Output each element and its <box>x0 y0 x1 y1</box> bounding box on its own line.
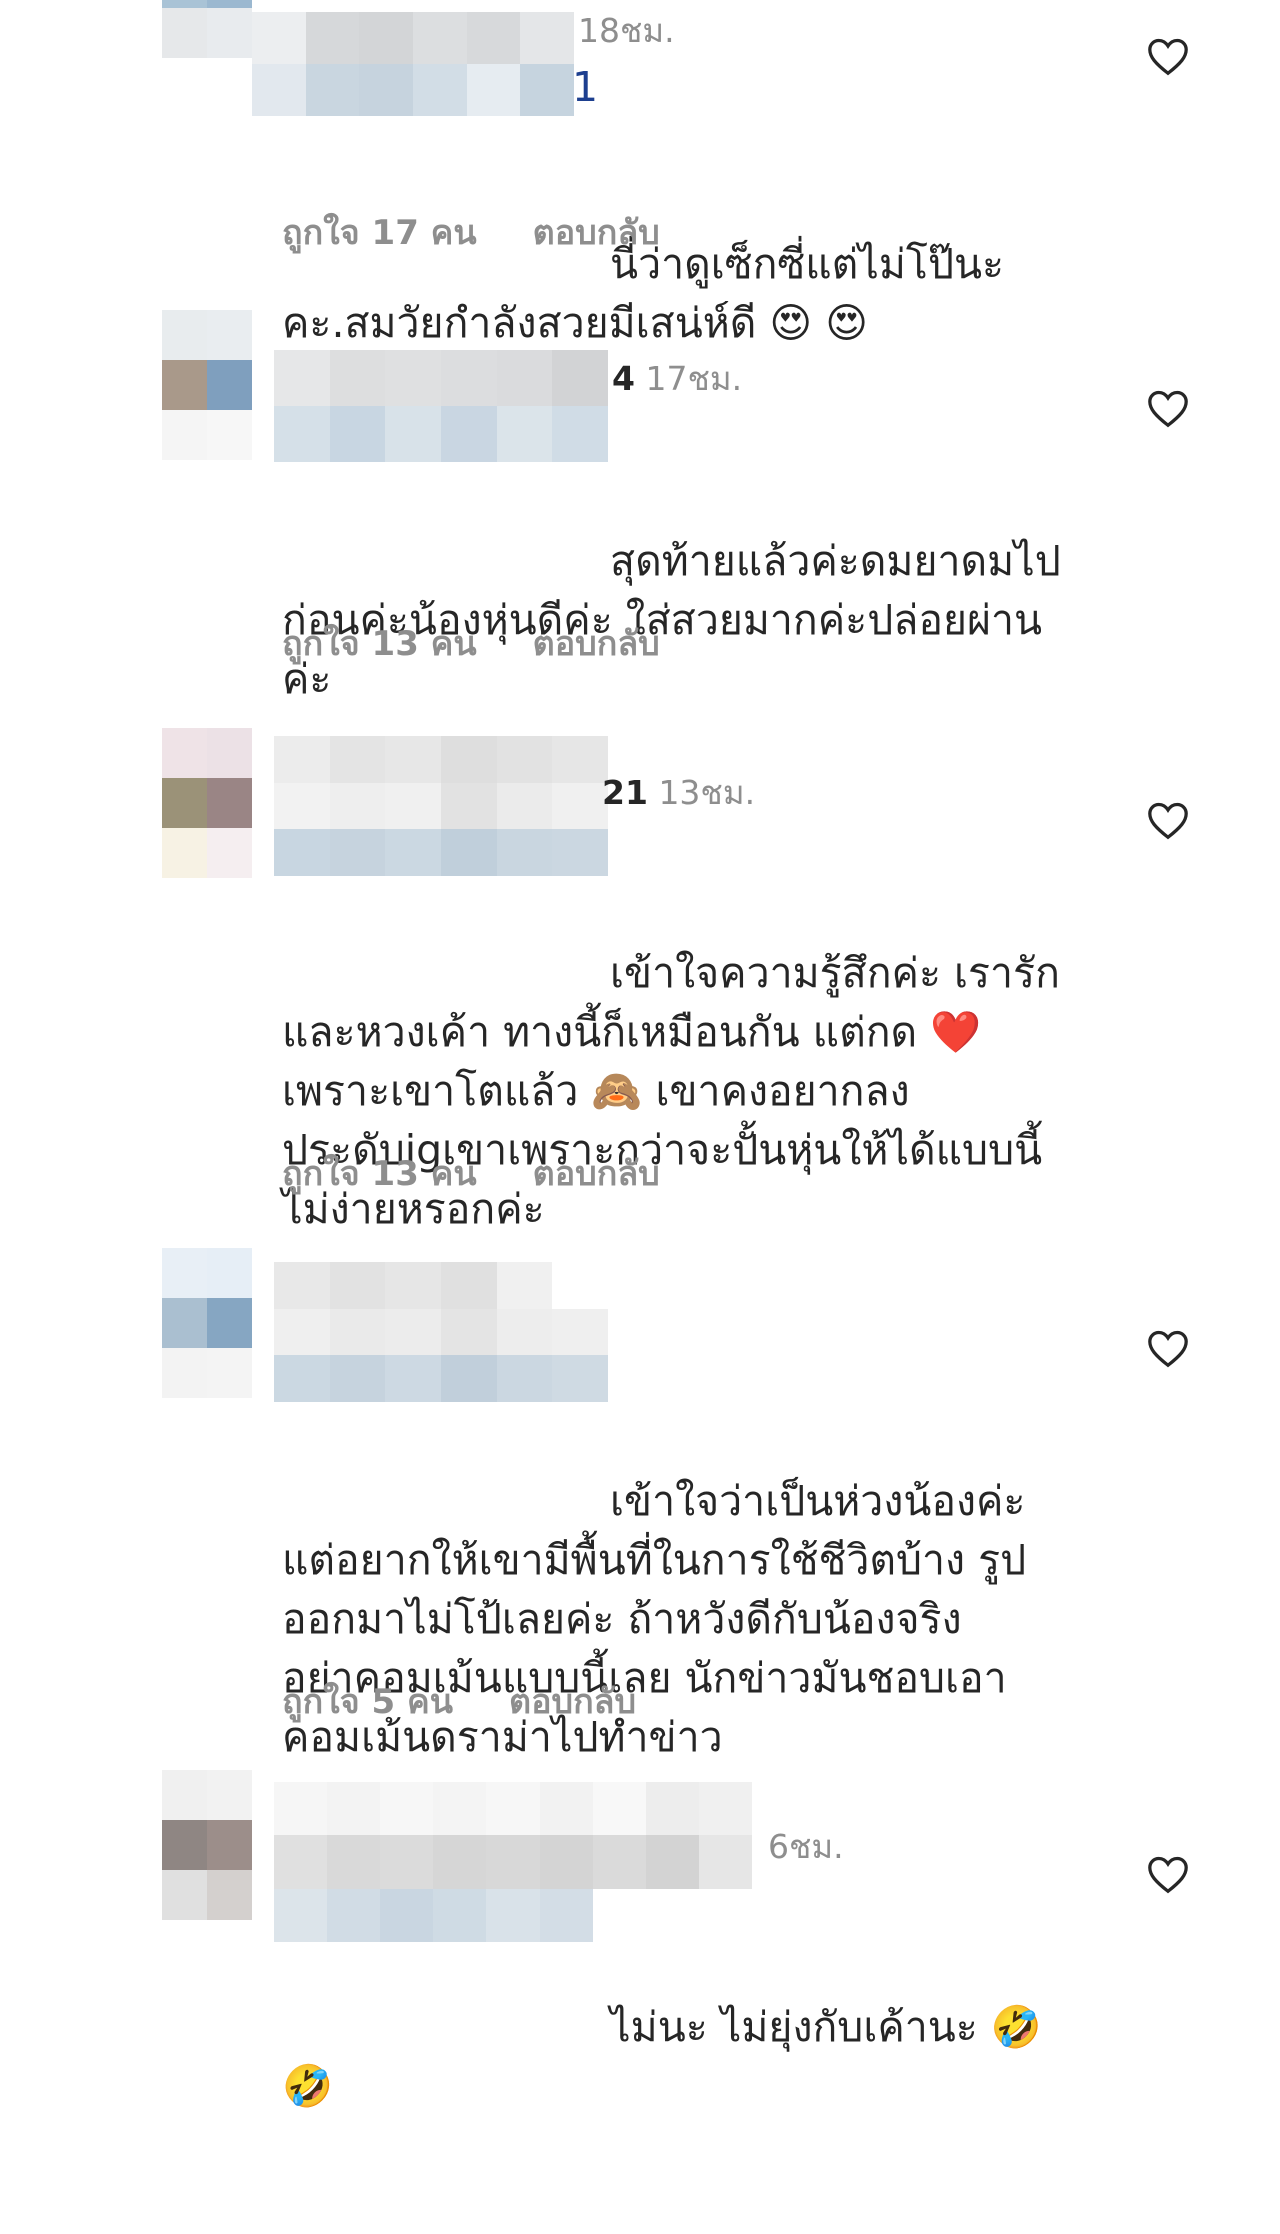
heart-outline-icon[interactable] <box>1146 1328 1190 1368</box>
comment-time: 18ชม. <box>578 11 675 50</box>
likes-count[interactable]: ถูกใจ 17 คน <box>282 213 477 253</box>
heart-outline-icon[interactable] <box>1146 36 1190 76</box>
time-label: 13ชม. <box>658 773 756 812</box>
avatar[interactable] <box>162 728 252 878</box>
avatar[interactable] <box>162 1770 252 1920</box>
comment-time: 21 13ชม. <box>602 766 755 819</box>
comment-actions: ถูกใจ 5 คน ตอบกลับ <box>282 1674 692 1728</box>
comment-time: 4 17ชม. <box>612 352 742 405</box>
username-tail[interactable]: 4 <box>612 359 635 398</box>
username-tail[interactable]: 21 <box>602 773 648 812</box>
avatar[interactable] <box>162 1248 252 1398</box>
comment-actions: ถูกใจ 13 คน ตอบกลับ <box>282 1146 716 1200</box>
username-tail[interactable]: 1 <box>572 58 598 117</box>
comment-text: ไม่นะ ไม่ยุ่งกับเค้านะ 🤣 🤣 <box>282 1880 1102 2234</box>
heart-outline-icon[interactable] <box>1146 388 1190 428</box>
reply-button[interactable]: ตอบกลับ <box>533 213 660 253</box>
time-label: 17ชม. <box>645 359 743 398</box>
reply-button[interactable]: ตอบกลับ <box>509 1682 636 1722</box>
comment-actions: ถูกใจ 17 คน ตอบกลับ <box>282 205 716 259</box>
comment-time: 6ชม. <box>768 1827 844 1866</box>
reply-button[interactable]: ตอบกลับ <box>533 1154 660 1194</box>
comment-body: ไม่นะ ไม่ยุ่งกับเค้านะ 🤣 🤣 <box>282 2003 1042 2110</box>
likes-count[interactable]: ถูกใจ 5 คน <box>282 1682 453 1722</box>
likes-count[interactable]: ถูกใจ 13 คน <box>282 1154 477 1194</box>
heart-outline-icon[interactable] <box>1146 800 1190 840</box>
heart-outline-icon[interactable] <box>1146 1854 1190 1894</box>
comment-actions: ถูกใจ 13 คน ตอบกลับ <box>282 616 716 670</box>
avatar[interactable] <box>162 0 252 108</box>
avatar[interactable] <box>162 310 252 460</box>
likes-count[interactable]: ถูกใจ 13 คน <box>282 624 477 664</box>
reply-button[interactable]: ตอบกลับ <box>533 624 660 664</box>
